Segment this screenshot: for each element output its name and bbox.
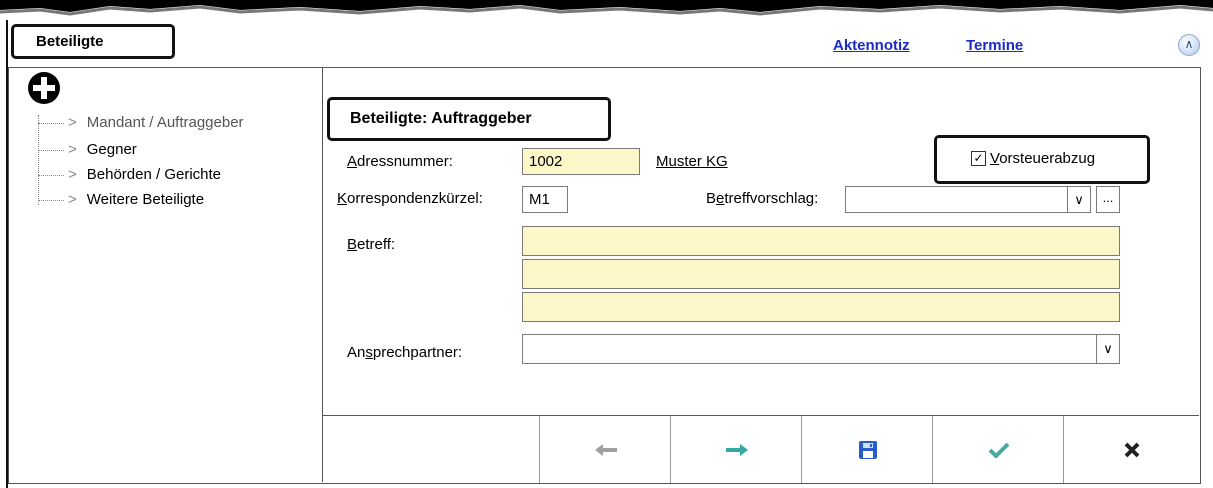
termine-link[interactable]: Termine [966,37,1023,54]
torn-edge-decoration [0,0,1213,16]
cancel-button[interactable] [1063,416,1200,483]
betreff-field-2[interactable] [522,259,1120,289]
confirm-button[interactable] [932,416,1064,483]
tab-beteiligte[interactable]: Beteiligte [11,24,175,59]
chevron-down-icon[interactable]: ∨ [1067,187,1090,212]
vorsteuer-label: Vorsteuerabzug [990,150,1096,167]
plus-circle-icon[interactable] [28,72,60,104]
section-title: Beteiligte: Auftraggeber [327,97,611,141]
chevron-right-icon: > [68,191,77,208]
ansprechpartner-select[interactable]: ∨ [522,334,1120,364]
betreffvorschlag-label: Betreffvorschlag: [706,190,819,207]
betreff-field-3[interactable] [522,292,1120,322]
aktennotiz-link[interactable]: Aktennotiz [833,37,910,54]
vorsteuer-checkbox[interactable]: ✓ [971,151,986,166]
betreff-field-1[interactable] [522,226,1120,256]
betreffvorschlag-select[interactable]: ∨ [845,186,1091,213]
back-arrow-icon [594,443,617,456]
adressnummer-label: Adressnummer: [347,153,453,170]
tree-item-mandant[interactable]: > Mandant / Auftraggeber [38,112,244,134]
korrespondenz-field[interactable]: M1 [522,186,568,213]
betreff-label: Betreff: [347,236,396,253]
forward-button[interactable] [670,416,802,483]
betreffvorschlag-more-button[interactable]: ... [1096,186,1120,213]
chevron-right-icon: > [68,166,77,183]
tree-item-behoerden[interactable]: > Behörden / Gerichte [38,164,221,186]
chevron-right-icon: > [68,141,77,158]
double-chevron-up-icon[interactable]: ∧ [1178,34,1200,56]
adress-name-link[interactable]: Muster KG [656,153,728,170]
tree-item-gegner[interactable]: > Gegner [38,139,137,161]
action-toolbar [323,415,1199,483]
forward-arrow-icon [725,443,748,456]
korrespondenz-label: Korrespondenzkürzel: [337,190,483,207]
chevron-right-icon: > [68,114,77,131]
ansprechpartner-label: Ansprechpartner: [347,344,463,361]
cancel-x-icon [1124,442,1140,457]
tree-item-weitere[interactable]: > Weitere Beteiligte [38,189,204,211]
back-button[interactable] [539,416,671,483]
save-button[interactable] [801,416,933,483]
confirm-check-icon [988,442,1009,458]
adressnummer-field[interactable]: 1002 [522,148,640,175]
chevron-down-icon[interactable]: ∨ [1096,335,1119,363]
window-left-edge [0,20,8,488]
save-disk-icon [858,440,877,459]
